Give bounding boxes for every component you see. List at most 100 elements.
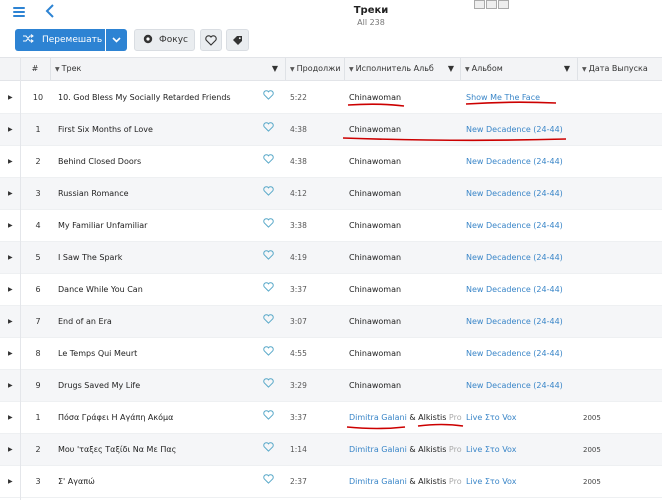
table-row[interactable]: ▶ 6 Dance While You Can 3:37 Chinawoman New D… (0, 274, 662, 306)
track-artist[interactable]: Dimitra Galani & Alkistis Pro (349, 434, 462, 466)
play-icon[interactable]: ▶ (8, 306, 18, 338)
album-link[interactable]: New Decadence (24-44) (466, 370, 576, 402)
artist-link[interactable]: Dimitra Galani (349, 477, 407, 486)
album-link[interactable]: New Decadence (24-44) (466, 114, 576, 146)
play-icon[interactable]: ▶ (8, 178, 18, 210)
album-link[interactable]: New Decadence (24-44) (466, 306, 576, 338)
play-icon[interactable]: ▶ (8, 466, 18, 498)
heart-icon[interactable] (263, 242, 277, 274)
table-row[interactable]: ▶ 1 First Six Months of Love 4:38 Chinawoman… (0, 114, 662, 146)
column-header-release-date[interactable]: ▼ Дата Выпуска (577, 58, 662, 80)
release-year (583, 82, 623, 114)
track-duration: 4:19 (290, 253, 307, 262)
grid-view-icon[interactable] (474, 0, 485, 9)
play-icon[interactable]: ▶ (8, 114, 18, 146)
table-row[interactable]: ▶ 2 Behind Closed Doors 4:38 Chinawoman New D… (0, 146, 662, 178)
hamburger-menu-icon[interactable] (13, 7, 25, 17)
album-link[interactable]: New Decadence (24-44) (466, 178, 576, 210)
track-artist[interactable]: Chinawoman (349, 146, 462, 178)
column-header-track[interactable]: ▼ Трек ▼ (50, 58, 284, 80)
table-row[interactable]: ▶ 10 10. God Bless My Socially Retarded Fr… (0, 82, 662, 114)
heart-icon[interactable] (263, 338, 277, 370)
album-link[interactable]: New Decadence (24-44) (466, 274, 576, 306)
column-header-number[interactable]: # (21, 58, 49, 80)
table-row[interactable]: ▶ 3 Σ' Αγαπώ 2:37 Dimitra Galani & Alkistis … (0, 466, 662, 498)
table-row[interactable]: ▶ 8 Le Temps Qui Meurt 4:55 Chinawoman New De… (0, 338, 662, 370)
column-header-album[interactable]: ▼ Альбом ▼ (460, 58, 576, 80)
heart-icon[interactable] (263, 210, 277, 242)
play-icon[interactable]: ▶ (8, 338, 18, 370)
column-header-duration[interactable]: ▼ Продолжи (285, 58, 343, 80)
track-artist[interactable]: Chinawoman (349, 210, 462, 242)
tag-icon (233, 35, 242, 45)
table-row[interactable]: ▶ 7 End of an Era 3:07 Chinawoman New Decaden… (0, 306, 662, 338)
track-artist[interactable]: Dimitra Galani & Alkistis Pro (349, 466, 462, 498)
heart-icon[interactable] (263, 306, 277, 338)
artist-link[interactable]: Alkistis Pro (418, 445, 462, 454)
track-artist[interactable]: Dimitra Galani & Alkistis Pro (349, 402, 462, 434)
artist-link[interactable]: Alkistis Pro (418, 477, 462, 486)
track-artist[interactable]: Chinawoman (349, 114, 462, 146)
album-link[interactable]: New Decadence (24-44) (466, 242, 576, 274)
play-icon[interactable]: ▶ (8, 274, 18, 306)
heart-icon[interactable] (263, 114, 277, 146)
play-icon[interactable]: ▶ (8, 242, 18, 274)
table-row[interactable]: ▶ 4 My Familiar Unfamiliar 3:38 Chinawoman Ne… (0, 210, 662, 242)
track-artist[interactable]: Chinawoman (349, 338, 462, 370)
play-icon[interactable]: ▶ (8, 210, 18, 242)
track-artist[interactable]: Chinawoman (349, 306, 462, 338)
table-row[interactable]: ▶ 2 Μου 'ταξες Ταξίδι Να Με Πας 1:14 Dimitra… (0, 434, 662, 466)
table-row[interactable]: ▶ 5 I Saw The Spark 4:19 Chinawoman New Decad… (0, 242, 662, 274)
track-artist[interactable]: Chinawoman (349, 274, 462, 306)
play-icon[interactable]: ▶ (8, 434, 18, 466)
chevron-down-icon[interactable] (498, 0, 509, 9)
album-link[interactable]: New Decadence (24-44) (466, 210, 576, 242)
filter-icon[interactable]: ▼ (272, 58, 278, 80)
table-row[interactable]: ▶ 1 Πόσα Γράφει Η Αγάπη Ακόμα 3:37 Dimitra G… (0, 402, 662, 434)
favorite-button[interactable] (200, 29, 222, 51)
tag-button[interactable] (226, 29, 249, 51)
play-icon[interactable]: ▶ (8, 402, 18, 434)
track-artist[interactable]: Chinawoman (349, 82, 462, 114)
album-link[interactable]: Live Στο Vox (466, 466, 576, 498)
filter-icon[interactable]: ▼ (564, 58, 570, 80)
album-link[interactable]: Live Στο Vox (466, 434, 576, 466)
heart-icon[interactable] (263, 402, 277, 434)
track-number: 1 (35, 125, 41, 134)
heart-icon[interactable] (263, 274, 277, 306)
play-icon[interactable]: ▶ (8, 370, 18, 402)
list-view-icon[interactable] (486, 0, 497, 9)
heart-icon[interactable] (263, 82, 277, 114)
filter-icon[interactable]: ▼ (448, 58, 454, 80)
shuffle-button[interactable]: Перемешать (15, 29, 105, 51)
artist-link[interactable]: Alkistis Pro (418, 413, 462, 422)
column-header-artist[interactable]: ▼ Исполнитель Альб ▼ (344, 58, 460, 80)
shuffle-dropdown-button[interactable] (106, 29, 127, 51)
back-arrow-icon[interactable] (45, 4, 59, 20)
track-artist[interactable]: Chinawoman (349, 242, 462, 274)
album-link[interactable]: New Decadence (24-44) (466, 146, 576, 178)
play-icon[interactable]: ▶ (8, 82, 18, 114)
title-block: Треки All 238 (331, 5, 411, 27)
album-link[interactable]: Show Me The Face (466, 82, 576, 114)
view-switcher[interactable] (474, 0, 509, 9)
heart-icon[interactable] (263, 466, 277, 498)
heart-icon[interactable] (263, 434, 277, 466)
page-title: Треки (353, 5, 389, 16)
artist-link[interactable]: Dimitra Galani (349, 445, 407, 454)
artist-link[interactable]: Dimitra Galani (349, 413, 407, 422)
track-title: End of an Era (58, 317, 112, 326)
heart-icon[interactable] (263, 370, 277, 402)
table-row[interactable]: ▶ 9 Drugs Saved My Life 3:29 Chinawoman New D… (0, 370, 662, 402)
heart-icon[interactable] (263, 146, 277, 178)
track-duration: 2:37 (290, 477, 307, 486)
album-link[interactable]: Live Στο Vox (466, 402, 576, 434)
heart-icon[interactable] (263, 178, 277, 210)
table-row[interactable]: ▶ 3 Russian Romance 4:12 Chinawoman New Decad… (0, 178, 662, 210)
track-artist[interactable]: Chinawoman (349, 370, 462, 402)
album-link[interactable]: New Decadence (24-44) (466, 338, 576, 370)
track-duration: 1:14 (290, 445, 307, 454)
play-icon[interactable]: ▶ (8, 146, 18, 178)
track-artist[interactable]: Chinawoman (349, 178, 462, 210)
focus-button[interactable]: Фокус (134, 29, 195, 51)
